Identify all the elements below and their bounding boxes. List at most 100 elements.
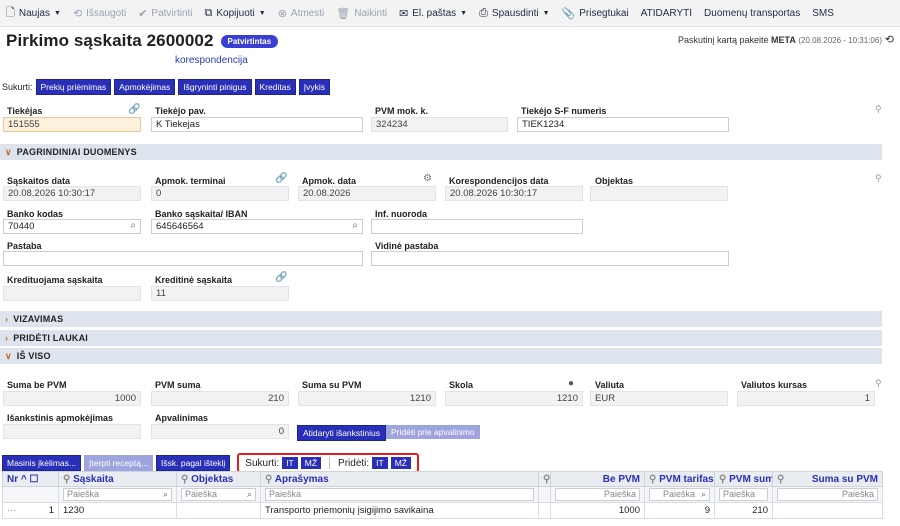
link-icon[interactable]: 🔗 bbox=[128, 104, 140, 115]
filter-account-input[interactable]: Paieška ⌕ bbox=[63, 488, 172, 501]
add-it-button[interactable]: IT bbox=[372, 457, 388, 469]
search-icon[interactable]: ⌕ bbox=[130, 220, 136, 232]
history-icon[interactable]: ⟲ bbox=[885, 33, 894, 46]
note-field[interactable] bbox=[3, 251, 363, 266]
status-badge: Patvirtintas bbox=[220, 34, 279, 48]
row-menu-icon[interactable]: ··· bbox=[7, 505, 17, 516]
col-total[interactable]: ⚲ Suma su PVM bbox=[772, 471, 883, 487]
reference-field[interactable] bbox=[371, 219, 583, 234]
create-cash-button[interactable]: Išgryninti pinigus bbox=[178, 79, 252, 95]
iban-label: Banko sąskaita/ IBAN bbox=[155, 209, 248, 219]
delete-button[interactable]: 🗑 Naikinti bbox=[336, 7, 387, 20]
iban-field[interactable]: 645646564 ⌕ bbox=[151, 219, 363, 234]
credited-invoice-label: Kredituojama sąskaita bbox=[7, 275, 103, 285]
chevron-down-icon: ∨ bbox=[5, 146, 12, 157]
add-mz-button[interactable]: MŽ bbox=[390, 457, 411, 469]
row-vat-sum[interactable]: 210 bbox=[714, 502, 773, 519]
link-icon[interactable]: 🔗 bbox=[275, 173, 287, 184]
open-button[interactable]: ATIDARYTI bbox=[641, 8, 692, 19]
create-goods-receipt-button[interactable]: Prekių priėmimas bbox=[35, 79, 112, 95]
row-account[interactable]: 1230 bbox=[58, 502, 177, 519]
expand-by-resource-button[interactable]: Išsk. pagal išteklį bbox=[156, 455, 231, 471]
reject-button[interactable]: ⊗ Atmesti bbox=[278, 7, 325, 20]
filter-net-input[interactable]: Paieška bbox=[555, 488, 640, 501]
create-event-button[interactable]: Įvykis bbox=[298, 79, 330, 95]
pin-icon[interactable]: ⚲ bbox=[875, 378, 882, 389]
filter-vat-rate-cell: Paieška ⌕ bbox=[644, 486, 715, 503]
col-nr[interactable]: Nr ^ ☐ bbox=[2, 471, 59, 487]
row-nr[interactable]: ··· 1 bbox=[2, 502, 59, 519]
filter-object-input[interactable]: Paieška ⌕ bbox=[181, 488, 256, 501]
search-icon[interactable]: ⌕ bbox=[352, 220, 358, 232]
col-vat-rate[interactable]: ⚲ PVM tarifas bbox=[644, 471, 715, 487]
supplier-field[interactable]: 151555 bbox=[3, 117, 141, 132]
internal-note-field[interactable] bbox=[371, 251, 729, 266]
credit-invoice-field: 11 bbox=[151, 286, 289, 301]
open-prepayments-button[interactable]: Atidaryti išankstinius bbox=[297, 425, 387, 441]
new-button[interactable]: 🗋 Naujas ▼ bbox=[6, 4, 61, 23]
link-icon[interactable]: 🔗 bbox=[275, 272, 287, 283]
title-row: Pirkimo sąskaita 2600002 Patvirtintas bbox=[6, 31, 279, 51]
filter-vat-sum-input[interactable]: Paieška bbox=[719, 488, 768, 501]
search-icon[interactable]: ⌕ bbox=[247, 489, 252, 500]
row-total[interactable] bbox=[772, 502, 883, 519]
info-icon[interactable]: ● bbox=[568, 378, 574, 389]
col-account[interactable]: ⚲ Sąskaita bbox=[58, 471, 177, 487]
grid-header-row: Nr ^ ☐ ⚲ Sąskaita ⚲ Objektas ⚲ Aprašymas… bbox=[2, 471, 883, 487]
create-row: Sukurti: Prekių priėmimas Apmokėjimas Iš… bbox=[2, 79, 333, 95]
bulk-import-button[interactable]: Masinis įkėlimas... bbox=[2, 455, 81, 471]
col-object[interactable]: ⚲ Objektas bbox=[176, 471, 261, 487]
filter-vat-rate-input[interactable]: Paieška ⌕ bbox=[649, 488, 710, 501]
save-button[interactable]: ⟲ Išsaugoti bbox=[73, 7, 126, 20]
filter-vat-sum-cell: Paieška bbox=[714, 486, 773, 503]
pin-icon[interactable]: ⚲ bbox=[875, 173, 882, 184]
toolbar: 🗋 Naujas ▼ ⟲ Išsaugoti ✔ Patvirtinti ⧉ Kopiju… bbox=[0, 0, 900, 27]
filter-description-input[interactable]: Paieška bbox=[265, 488, 534, 501]
bank-code-label: Banko kodas bbox=[7, 209, 64, 219]
filter-total-input[interactable]: Paieška bbox=[777, 488, 878, 501]
pin-icon[interactable]: ⚲ bbox=[875, 104, 882, 115]
col-net[interactable]: Be PVM bbox=[550, 471, 645, 487]
search-icon[interactable]: ⌕ bbox=[163, 489, 168, 500]
approve-button[interactable]: ✔ Patvirtinti bbox=[138, 7, 192, 20]
section-totals[interactable]: ∨ IŠ VISO bbox=[0, 348, 882, 364]
attachments-button[interactable]: 📎 Prisegtukai bbox=[562, 7, 629, 20]
cancel-icon: ⊗ bbox=[277, 7, 287, 20]
settings-icon[interactable]: ⚙ bbox=[423, 173, 432, 184]
sms-button[interactable]: SMS bbox=[812, 8, 834, 19]
vat-sum-field: 210 bbox=[151, 391, 289, 406]
col-vat-sum[interactable]: ⚲ PVM suma bbox=[714, 471, 773, 487]
exchange-rate-field: 1 bbox=[737, 391, 875, 406]
search-icon[interactable]: ⌕ bbox=[701, 489, 706, 500]
create-payment-button[interactable]: Apmokėjimas bbox=[114, 79, 176, 95]
insert-recipe-button[interactable]: Įterpti receptą... bbox=[83, 455, 154, 471]
row-description[interactable]: Transporto priemonių įsigijimo savikaina bbox=[260, 502, 539, 519]
row-object[interactable] bbox=[176, 502, 261, 519]
print-button[interactable]: ⎙ Spausdinti ▼ bbox=[479, 7, 549, 20]
row-vat-rate[interactable]: 9 bbox=[644, 502, 715, 519]
table-row[interactable]: ··· 1 1230 Transporto priemonių įsigijimo… bbox=[2, 502, 883, 519]
section-extra-fields[interactable]: › PRIDĖTI LAUKAI bbox=[0, 330, 882, 346]
create-credit-button[interactable]: Kreditas bbox=[254, 79, 296, 95]
row-net[interactable]: 1000 bbox=[550, 502, 645, 519]
section-main[interactable]: ∨ PAGRINDINIAI DUOMENYS bbox=[0, 144, 882, 160]
section-vizavimas[interactable]: › VIZAVIMAS bbox=[0, 311, 882, 327]
create-it-button[interactable]: IT bbox=[282, 457, 298, 469]
select-all-checkbox[interactable]: ☐ bbox=[30, 474, 39, 485]
col-description[interactable]: ⚲ Aprašymas bbox=[260, 471, 539, 487]
correspondence-link[interactable]: korespondencija bbox=[175, 55, 248, 66]
vat-sum-label: PVM suma bbox=[155, 380, 201, 390]
supplier-invoice-field[interactable]: TIEK1234 bbox=[517, 117, 729, 132]
sort-icon[interactable]: ^ bbox=[21, 474, 27, 485]
bank-code-field[interactable]: 70440 ⌕ bbox=[3, 219, 141, 234]
email-button[interactable]: ✉ El. paštas ▼ bbox=[399, 7, 467, 20]
create-mz-button[interactable]: MŽ bbox=[300, 457, 322, 469]
note-label: Pastaba bbox=[7, 241, 42, 251]
add-to-rounding-button[interactable]: Pridėti prie apvalinimo bbox=[386, 425, 480, 439]
data-transport-button[interactable]: Duomenų transportas bbox=[704, 8, 800, 19]
supplier-label: Tiekėjas bbox=[7, 106, 43, 116]
supplier-name-field[interactable]: K Tiekejas bbox=[151, 117, 363, 132]
copy-button[interactable]: ⧉ Kopijuoti ▼ bbox=[205, 7, 266, 20]
grid-toolbar: Masinis įkėlimas... Įterpti receptą... I… bbox=[2, 453, 419, 473]
pin-icon: ⚲ bbox=[265, 473, 273, 485]
